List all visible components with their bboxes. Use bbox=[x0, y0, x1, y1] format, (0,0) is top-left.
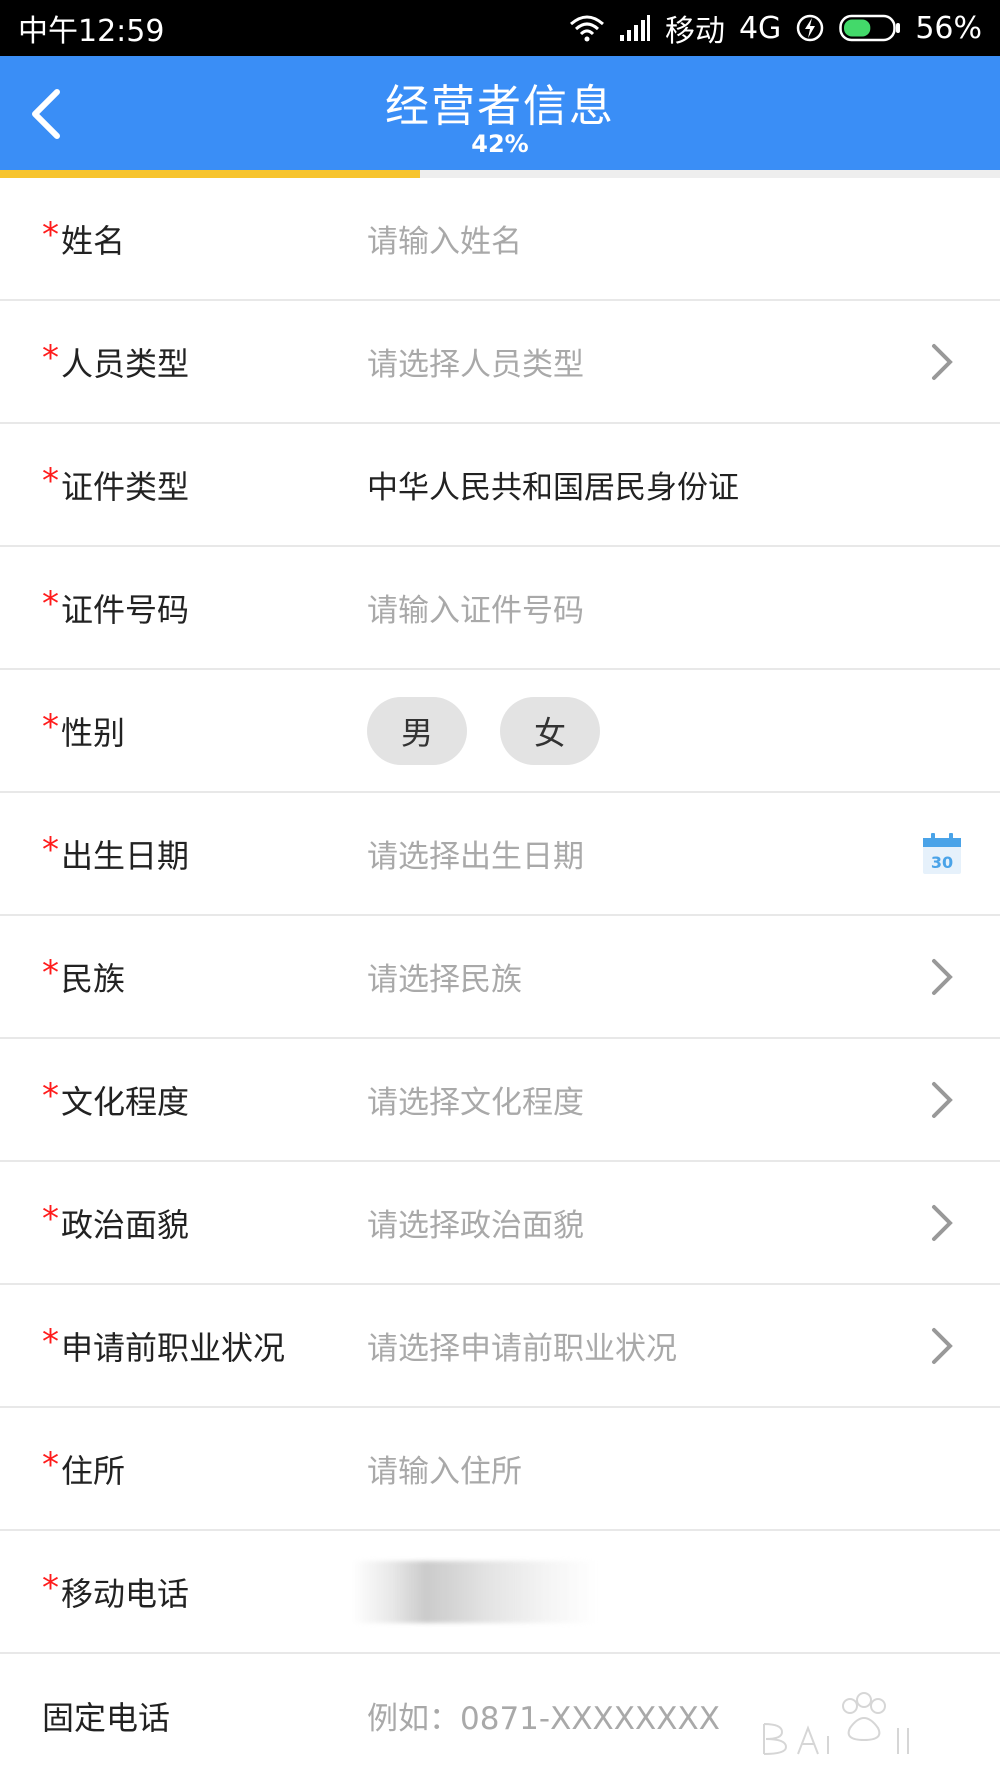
chevron-right-icon bbox=[932, 1327, 953, 1364]
birth-date-select[interactable]: 请选择出生日期 bbox=[367, 831, 584, 876]
required-star: * bbox=[42, 583, 59, 624]
row-prior-occupation[interactable]: * 申请前职业状况 请选择申请前职业状况 bbox=[0, 1285, 1000, 1408]
label-text: 出生日期 bbox=[61, 836, 190, 875]
label-text: 民族 bbox=[61, 959, 126, 998]
chevron-right-icon bbox=[932, 1081, 953, 1118]
label-address: * 住所 bbox=[42, 1444, 126, 1492]
label-text: 住所 bbox=[61, 1451, 126, 1490]
education-select[interactable]: 请选择文化程度 bbox=[367, 1077, 584, 1122]
label-mobile: * 移动电话 bbox=[42, 1567, 190, 1615]
carrier-name: 移动 bbox=[664, 14, 725, 49]
label-person-type: * 人员类型 bbox=[42, 337, 190, 385]
landline-input[interactable]: 例如：0871-XXXXXXXX bbox=[367, 1693, 720, 1738]
status-left: 中午12:59 bbox=[18, 6, 164, 50]
chevron-right-icon bbox=[932, 1204, 953, 1241]
required-star: * bbox=[42, 460, 59, 501]
row-ethnicity[interactable]: * 民族 请选择民族 bbox=[0, 916, 1000, 1039]
row-name[interactable]: * 姓名 请输入姓名 bbox=[0, 178, 1000, 301]
status-time: 中午12:59 bbox=[18, 14, 165, 49]
battery-icon bbox=[839, 14, 901, 42]
calendar-icon[interactable]: 30 bbox=[922, 832, 962, 875]
row-address[interactable]: * 住所 请输入住所 bbox=[0, 1408, 1000, 1531]
required-star: * bbox=[42, 1075, 59, 1116]
gender-options: 男 女 bbox=[367, 696, 600, 765]
name-input[interactable]: 请输入姓名 bbox=[367, 216, 522, 261]
label-text: 申请前职业状况 bbox=[61, 1328, 286, 1367]
row-political-status[interactable]: * 政治面貌 请选择政治面貌 bbox=[0, 1162, 1000, 1285]
row-education[interactable]: * 文化程度 请选择文化程度 bbox=[0, 1039, 1000, 1162]
signal-icon bbox=[619, 15, 651, 41]
row-id-number[interactable]: * 证件号码 请输入证件号码 bbox=[0, 547, 1000, 670]
wifi-icon bbox=[569, 14, 605, 42]
required-star: * bbox=[42, 706, 59, 747]
required-star: * bbox=[42, 1321, 59, 1362]
required-star: * bbox=[42, 1198, 59, 1239]
prior-occupation-select[interactable]: 请选择申请前职业状况 bbox=[367, 1323, 677, 1368]
mobile-input-masked[interactable] bbox=[352, 1560, 598, 1623]
required-star: * bbox=[42, 1444, 59, 1485]
political-status-select[interactable]: 请选择政治面貌 bbox=[367, 1200, 584, 1245]
battery-percent: 56% bbox=[915, 10, 982, 46]
label-text: 移动电话 bbox=[61, 1574, 190, 1613]
progress-fill bbox=[0, 170, 420, 178]
calendar-day: 30 bbox=[931, 853, 953, 872]
row-birth-date[interactable]: * 出生日期 请选择出生日期 30 bbox=[0, 793, 1000, 916]
label-gender: * 性别 bbox=[42, 706, 126, 754]
person-type-select[interactable]: 请选择人员类型 bbox=[367, 339, 584, 384]
baidu-watermark-logo bbox=[763, 1692, 909, 1755]
chevron-right-icon bbox=[932, 958, 953, 995]
header: 经营者信息 42% bbox=[0, 56, 1000, 170]
label-text: 性别 bbox=[61, 713, 126, 752]
row-id-type[interactable]: * 证件类型 中华人民共和国居民身份证 bbox=[0, 424, 1000, 547]
operator-info-form: * 姓名 请输入姓名 * 人员类型 请选择人员类型 * 证件类型 中华人民共和国… bbox=[0, 178, 1000, 1777]
label-text: 人员类型 bbox=[61, 344, 190, 383]
progress-percent: 42% bbox=[471, 130, 529, 158]
label-text: 固定电话 bbox=[42, 1698, 171, 1737]
required-star: * bbox=[42, 1567, 59, 1608]
required-star: * bbox=[42, 214, 59, 255]
row-mobile[interactable]: * 移动电话 bbox=[0, 1531, 1000, 1654]
label-political-status: * 政治面貌 bbox=[42, 1198, 190, 1246]
gender-male-button[interactable]: 男 bbox=[367, 696, 467, 765]
id-type-value[interactable]: 中华人民共和国居民身份证 bbox=[367, 462, 739, 507]
label-landline: 固定电话 bbox=[42, 1693, 170, 1739]
id-number-input[interactable]: 请输入证件号码 bbox=[367, 585, 584, 630]
label-text: 姓名 bbox=[61, 221, 126, 260]
charging-icon bbox=[795, 13, 825, 43]
label-text: 证件类型 bbox=[61, 467, 190, 506]
label-text: 政治面貌 bbox=[61, 1205, 190, 1244]
ethnicity-select[interactable]: 请选择民族 bbox=[367, 954, 522, 999]
row-gender: * 性别 男 女 bbox=[0, 670, 1000, 793]
status-bar: 中午12:59 移动 4G 56% bbox=[0, 0, 1000, 56]
label-education: * 文化程度 bbox=[42, 1075, 190, 1123]
label-text: 文化程度 bbox=[61, 1082, 190, 1121]
label-name: * 姓名 bbox=[42, 214, 126, 262]
required-star: * bbox=[42, 829, 59, 870]
network-type: 4G bbox=[738, 10, 782, 46]
required-star: * bbox=[42, 952, 59, 993]
chevron-right-icon bbox=[932, 343, 953, 380]
page-title: 经营者信息 bbox=[385, 81, 615, 132]
row-person-type[interactable]: * 人员类型 请选择人员类型 bbox=[0, 301, 1000, 424]
progress-bar bbox=[0, 170, 1000, 178]
gender-female-button[interactable]: 女 bbox=[500, 696, 600, 765]
status-right: 移动 4G 56% bbox=[569, 6, 982, 50]
required-star: * bbox=[42, 337, 59, 378]
label-text: 证件号码 bbox=[61, 590, 190, 629]
label-id-number: * 证件号码 bbox=[42, 583, 190, 631]
label-ethnicity: * 民族 bbox=[42, 952, 126, 1000]
label-prior-occupation: * 申请前职业状况 bbox=[42, 1321, 286, 1369]
address-input[interactable]: 请输入住所 bbox=[367, 1446, 522, 1491]
label-birth-date: * 出生日期 bbox=[42, 829, 190, 877]
label-id-type: * 证件类型 bbox=[42, 460, 190, 508]
